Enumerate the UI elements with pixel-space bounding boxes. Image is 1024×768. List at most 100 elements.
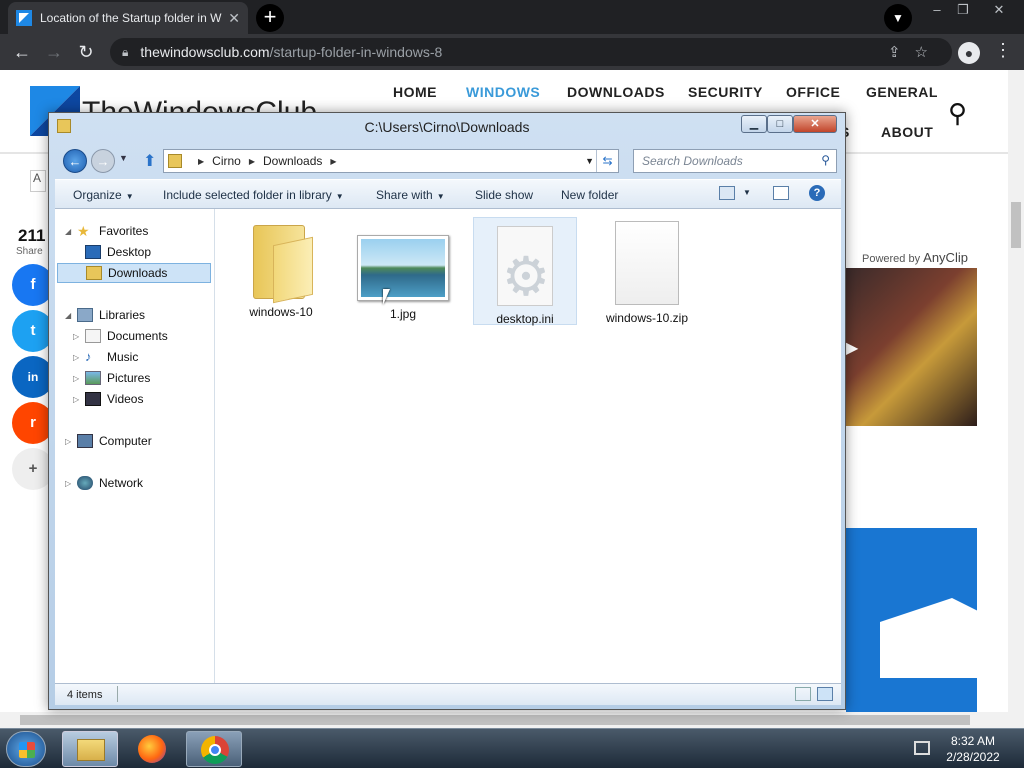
profile-avatar-icon[interactable]: ● [958,42,980,64]
nav-videos[interactable]: ▷ Videos [73,389,143,409]
taskbar-explorer[interactable] [62,731,118,767]
share-with-label: Share with [376,188,433,202]
video-player[interactable]: ▶ [846,268,977,426]
details-view-icon[interactable] [795,687,811,701]
file-item-zip[interactable]: windows-10.zip [595,219,699,325]
network-tray-icon[interactable] [914,741,930,755]
new-tab-button[interactable]: + [256,4,284,32]
tab-search-button[interactable]: ▼ [884,4,912,32]
window-maximize-button[interactable]: □ [767,115,793,133]
lock-icon: 🔒︎ [122,44,129,59]
collapse-triangle-icon[interactable]: ◢ [65,311,71,320]
nav-security[interactable]: SECURITY [688,84,763,100]
nav-windows[interactable]: WINDOWS [466,84,540,100]
libraries-icon [77,308,93,322]
organize-button[interactable]: Organize ▼ [73,188,134,202]
page-vertical-scrollbar[interactable] [1008,70,1024,712]
nav-home[interactable]: HOME [393,84,437,100]
nav-favorites[interactable]: ◢ ★ Favorites [63,221,148,241]
nav-general[interactable]: GENERAL [866,84,938,100]
clock[interactable]: 8:32 AM 2/28/2022 [940,733,1006,765]
breadcrumb-cirno[interactable]: Cirno [212,154,241,168]
scroll-thumb[interactable] [1011,202,1021,248]
tab-title: Location of the Startup folder in W [40,11,222,25]
explorer-search-input[interactable]: Search Downloads ⚲ [633,149,837,173]
hscroll-thumb[interactable] [20,715,970,725]
expand-triangle-icon[interactable]: ▷ [73,332,79,341]
help-icon[interactable]: ? [809,185,825,201]
include-in-library-button[interactable]: Include selected folder in library ▼ [163,188,344,202]
explorer-address-bar[interactable]: ▶ Cirno ▶ Downloads ▶ ▼ ⇆ [163,149,619,173]
pictures-label: Pictures [107,371,151,385]
mouse-cursor-icon [383,289,390,305]
refresh-icon[interactable]: ⇆ [596,150,618,172]
chevron-right-icon[interactable]: ▶ [330,157,336,166]
file-item-folder[interactable]: windows-10 [229,219,333,319]
page-horizontal-scrollbar[interactable] [0,712,1024,728]
restore-button[interactable]: ❐ [948,0,978,22]
chevron-right-icon[interactable]: ▶ [249,157,255,166]
play-icon[interactable]: ▶ [846,338,858,358]
font-size-toggle[interactable]: A [30,170,46,192]
window-title: C:\Users\Cirno\Downloads [364,119,530,135]
forward-arrow-icon[interactable]: → [38,42,70,63]
expand-triangle-icon[interactable]: ▷ [65,437,71,446]
chevron-right-icon[interactable]: ▶ [198,157,204,166]
slide-show-button[interactable]: Slide show [475,188,533,202]
menu-dots-icon[interactable]: ⋮ [994,40,1012,61]
nav-network[interactable]: ▷ Network [63,473,143,493]
address-bar[interactable]: 🔒︎ thewindowsclub.com/startup-folder-in-… [110,38,952,66]
share-with-button[interactable]: Share with ▼ [376,188,445,202]
nav-about[interactable]: ABOUT [881,124,933,140]
chevron-down-icon[interactable]: ▼ [585,156,594,166]
taskbar-chrome[interactable] [186,731,242,767]
window-minimize-button[interactable]: ▁ [741,115,767,133]
site-search-icon[interactable]: ⚲ [948,98,967,129]
chevron-down-icon[interactable]: ▼ [743,188,751,197]
breadcrumb-downloads[interactable]: Downloads [263,154,322,168]
nav-downloads-selected[interactable]: Downloads [57,263,211,283]
large-icons-view-icon[interactable] [817,687,833,701]
expand-triangle-icon[interactable]: ▷ [73,395,79,404]
videos-label: Videos [107,392,144,406]
network-label: Network [99,476,144,490]
advertisement[interactable] [846,528,977,712]
taskbar-firefox[interactable] [124,731,180,767]
nav-computer[interactable]: ▷ Computer [63,431,152,451]
browser-tab[interactable]: Location of the Startup folder in W ✕ [8,2,248,34]
nav-libraries[interactable]: ◢ Libraries [63,305,145,325]
nav-documents[interactable]: ▷ Documents [73,326,168,346]
up-arrow-icon[interactable]: ⬆ [143,151,156,171]
new-folder-button[interactable]: New folder [561,188,618,202]
forward-button-icon[interactable]: → [91,149,115,173]
expand-triangle-icon[interactable]: ▷ [65,479,71,488]
back-button-icon[interactable]: ← [63,149,87,173]
file-item-ini[interactable]: ⚙ desktop.ini [473,217,577,326]
back-arrow-icon[interactable]: ← [6,42,38,63]
file-item-image[interactable]: 1.jpg [351,219,455,321]
start-button[interactable] [6,731,46,767]
preview-pane-icon[interactable] [773,186,789,200]
nav-music[interactable]: ▷ ♪ Music [73,347,138,367]
reload-icon[interactable]: ↻ [70,42,102,63]
change-view-icon[interactable] [719,186,735,200]
nav-pictures[interactable]: ▷ Pictures [73,368,150,388]
tab-close-icon[interactable]: ✕ [228,10,240,27]
expand-triangle-icon[interactable]: ▷ [73,353,79,362]
nav-downloads[interactable]: DOWNLOADS [567,84,665,100]
url-host: thewindowsclub.com [140,44,270,60]
collapse-triangle-icon[interactable]: ◢ [65,227,71,236]
nav-desktop[interactable]: Desktop [85,242,151,262]
powered-by-label: Powered by [862,253,921,265]
item-count: 4 items [67,689,103,701]
share-star-icons[interactable]: ⇪☆ [888,43,942,61]
computer-label: Computer [99,434,152,448]
file-name: windows-10.zip [605,311,689,325]
expand-triangle-icon[interactable]: ▷ [73,374,79,383]
close-button[interactable]: ✕ [984,0,1014,22]
recent-pages-dropdown-icon[interactable]: ▼ [119,153,128,163]
nav-office[interactable]: OFFICE [786,84,840,100]
window-close-button[interactable]: ✕ [793,115,837,133]
search-icon[interactable]: ⚲ [821,153,830,167]
blank-file-icon [615,221,679,305]
